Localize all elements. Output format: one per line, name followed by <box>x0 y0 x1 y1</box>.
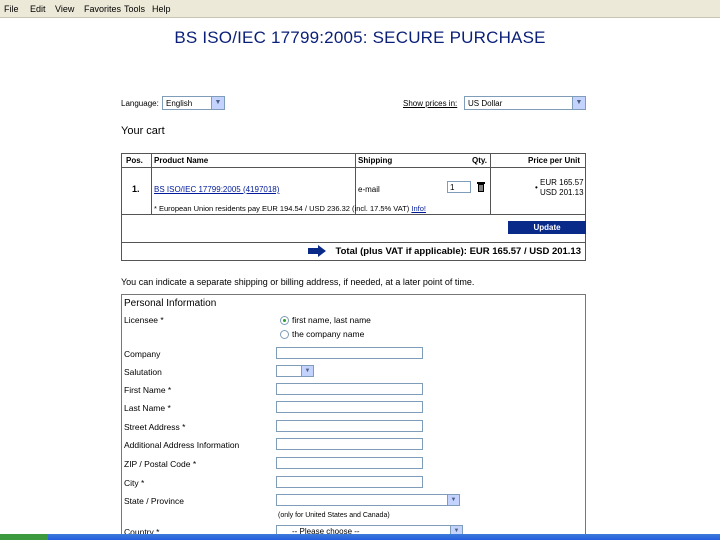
menu-help[interactable]: Help <box>152 4 171 14</box>
product-link[interactable]: BS ISO/IEC 17799:2005 (4197018) <box>154 185 279 194</box>
menu-file[interactable]: File <box>4 4 19 14</box>
col-price: Price per Unit <box>528 156 581 165</box>
licensee-radio-person[interactable] <box>280 316 289 325</box>
address-notice: You can indicate a separate shipping or … <box>121 277 475 287</box>
col-shipping: Shipping <box>358 156 393 165</box>
licensee-option-person: first name, last name <box>292 315 371 325</box>
currency-value: US Dollar <box>468 99 503 108</box>
browser-menubar: File Edit View Favorites Tools Help <box>0 0 720 18</box>
page-title: BS ISO/IEC 17799:2005: SECURE PURCHASE <box>174 28 546 47</box>
salutation-label: Salutation <box>124 367 162 377</box>
col-product: Product Name <box>154 156 209 165</box>
state-label: State / Province <box>124 496 185 506</box>
cart-table: Pos. Product Name Shipping Qty. Price pe… <box>121 153 586 261</box>
menu-favorites[interactable]: Favorites <box>84 4 121 14</box>
chevron-down-icon: ▼ <box>211 97 224 109</box>
company-label: Company <box>124 349 161 359</box>
item-pos: 1. <box>132 184 140 194</box>
form-heading: Personal Information <box>124 298 217 309</box>
licensee-option-company: the company name <box>292 329 365 339</box>
firstname-field[interactable] <box>276 383 423 395</box>
cart-header-row: Pos. Product Name Shipping Qty. Price pe… <box>122 154 585 168</box>
additional-field[interactable] <box>276 438 423 450</box>
item-shipping: e-mail <box>358 185 380 194</box>
vat-note: * European Union residents pay EUR 194.5… <box>154 204 426 213</box>
menu-tools[interactable]: Tools <box>124 4 145 14</box>
windows-taskbar <box>0 534 720 540</box>
divider <box>122 242 585 243</box>
lastname-label: Last Name * <box>124 403 171 413</box>
chevron-down-icon: ▼ <box>301 366 313 376</box>
currency-select[interactable]: US Dollar ▼ <box>464 96 586 110</box>
menu-edit[interactable]: Edit <box>30 4 46 14</box>
salutation-select[interactable]: ▼ <box>276 365 314 377</box>
additional-label: Additional Address Information <box>124 440 240 450</box>
lastname-field[interactable] <box>276 401 423 413</box>
price-bullet: • <box>535 183 538 192</box>
divider <box>151 154 152 214</box>
language-select[interactable]: English ▼ <box>162 96 225 110</box>
language-value: English <box>166 99 193 108</box>
price-usd: USD 201.13 <box>540 188 584 197</box>
state-hint: (only for United States and Canada) <box>278 512 390 519</box>
divider <box>122 214 585 215</box>
chevron-down-icon: ▼ <box>447 495 459 505</box>
cart-total: Total (plus VAT if applicable): EUR 165.… <box>335 246 581 257</box>
company-field[interactable] <box>276 347 423 359</box>
quantity-input[interactable]: 1 <box>447 181 471 193</box>
divider <box>490 154 491 214</box>
col-pos: Pos. <box>126 156 143 165</box>
currency-label: Show prices in: <box>403 99 458 108</box>
chevron-down-icon: ▼ <box>572 97 585 109</box>
state-select[interactable]: ▼ <box>276 494 460 506</box>
firstname-label: First Name * <box>124 385 172 395</box>
price-eur: EUR 165.57 <box>540 178 584 187</box>
language-label: Language: <box>121 99 159 108</box>
col-qty: Qty. <box>472 156 487 165</box>
street-field[interactable] <box>276 420 423 432</box>
trash-icon[interactable] <box>476 181 486 193</box>
cart-heading: Your cart <box>121 125 165 137</box>
update-button[interactable]: Update <box>508 221 586 234</box>
zip-label: ZIP / Postal Code * <box>124 459 197 469</box>
licensee-label: Licensee * <box>124 315 164 325</box>
vat-note-text: * European Union residents pay EUR 194.5… <box>154 204 410 213</box>
info-link[interactable]: Info! <box>411 204 426 213</box>
personal-info-form: Personal Information Licensee * first na… <box>121 294 586 540</box>
zip-field[interactable] <box>276 457 423 469</box>
street-label: Street Address * <box>124 422 186 432</box>
arrow-right-icon <box>308 245 326 257</box>
menu-view[interactable]: View <box>55 4 74 14</box>
licensee-radio-company[interactable] <box>280 330 289 339</box>
city-label: City * <box>124 478 145 488</box>
start-button[interactable] <box>0 534 48 540</box>
city-field[interactable] <box>276 476 423 488</box>
